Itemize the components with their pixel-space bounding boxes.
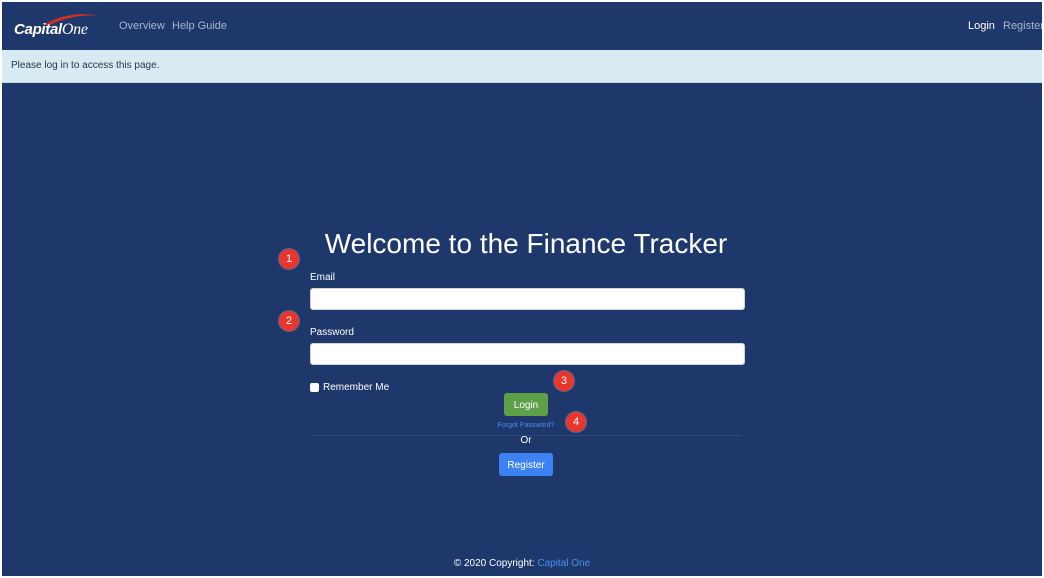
login-button[interactable]: Login bbox=[504, 393, 548, 416]
brand-name: CapitalOne bbox=[14, 21, 88, 38]
remember-me-checkbox[interactable] bbox=[310, 383, 319, 392]
email-label: Email bbox=[310, 272, 336, 283]
nav-overview-link[interactable]: Overview bbox=[119, 20, 165, 32]
annotation-marker-4: 4 bbox=[566, 412, 586, 432]
remember-me-row: Remember Me bbox=[310, 381, 389, 394]
annotation-marker-3: 3 bbox=[554, 371, 574, 391]
login-required-alert: Please log in to access this page. bbox=[2, 50, 1042, 83]
top-navbar: CapitalOne Overview Help Guide Login Reg… bbox=[2, 2, 1042, 50]
annotation-marker-1: 1 bbox=[279, 249, 299, 269]
or-separator: Or bbox=[520, 435, 532, 446]
nav-login-link[interactable]: Login bbox=[968, 20, 995, 32]
remember-me-label[interactable]: Remember Me bbox=[323, 382, 389, 393]
nav-help-guide-link[interactable]: Help Guide bbox=[172, 20, 227, 32]
password-label: Password bbox=[310, 327, 354, 338]
page-title: Welcome to the Finance Tracker bbox=[324, 228, 728, 259]
password-field[interactable] bbox=[310, 343, 745, 365]
page-frame: CapitalOne Overview Help Guide Login Reg… bbox=[2, 2, 1042, 576]
forgot-password-link[interactable]: Forgot Password? bbox=[490, 422, 562, 429]
annotation-marker-2: 2 bbox=[279, 311, 299, 331]
email-field[interactable] bbox=[310, 288, 745, 310]
nav-register-link[interactable]: Register bbox=[1003, 20, 1042, 32]
footer-capital-one-link[interactable]: Capital One bbox=[537, 558, 590, 569]
alert-message: Please log in to access this page. bbox=[11, 60, 160, 71]
page-footer: © 2020 Copyright: Capital One bbox=[2, 558, 1042, 569]
register-button[interactable]: Register bbox=[499, 453, 553, 476]
footer-copyright-text: © 2020 Copyright: bbox=[453, 558, 535, 569]
capital-one-logo[interactable]: CapitalOne bbox=[14, 12, 104, 40]
